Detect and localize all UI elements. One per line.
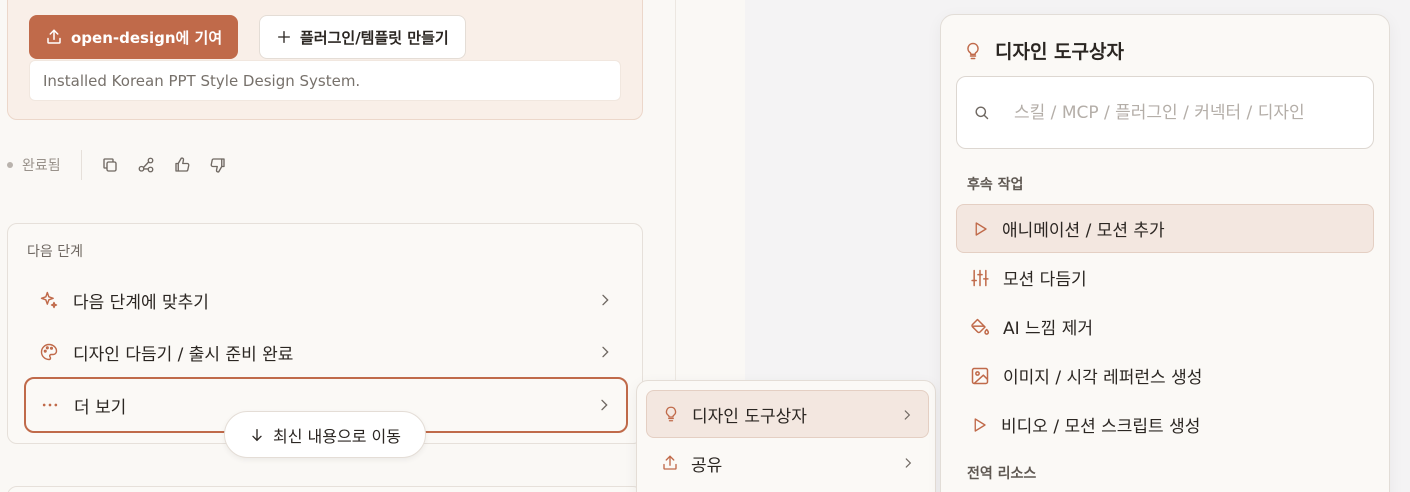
section-followup: 후속 작업 — [967, 177, 1024, 193]
plus-icon — [278, 31, 290, 43]
toolbox-item-remove-ai-label: AI 느낌 제거 — [1003, 319, 1094, 339]
contribute-button[interactable]: open-design에 기여 — [29, 15, 239, 59]
sliders-icon — [971, 269, 989, 286]
toolbox-item-video-script-label: 비디오 / 모션 스크립트 생성 — [1001, 417, 1201, 437]
panel-header: 디자인 도구상자 — [963, 37, 1124, 64]
status-dot-icon — [7, 162, 13, 168]
divider — [80, 150, 82, 180]
chevron-right-icon — [905, 458, 912, 468]
next-step-refine-label: 디자인 다듬기 / 출시 준비 완료 — [73, 344, 294, 365]
toolbox-item-animation-label: 애니메이션 / 모션 추가 — [1002, 221, 1165, 241]
message-actions-row: 완료됨 — [7, 149, 236, 181]
search-icon — [975, 106, 989, 120]
next-steps-title: 다음 단계 — [27, 244, 83, 260]
contribute-button-label: open-design에 기여 — [71, 28, 223, 47]
chevron-right-icon — [602, 294, 609, 306]
chevron-right-icon — [601, 399, 608, 411]
play-icon — [974, 417, 986, 432]
next-message-card — [7, 486, 643, 492]
share-nodes-icon[interactable] — [128, 149, 164, 181]
submenu-share[interactable]: 공유 — [646, 439, 929, 487]
jump-to-latest-button[interactable]: 최신 내용으로 이동 — [224, 411, 426, 458]
paint-bucket-icon — [971, 318, 990, 335]
installed-message: Installed Korean PPT Style Design System… — [29, 60, 621, 101]
toolbox-item-motion-refine-label: 모션 다듬기 — [1003, 270, 1087, 290]
share-icon — [663, 455, 677, 470]
installed-message-text: Installed Korean PPT Style Design System… — [43, 71, 361, 90]
chevron-right-icon — [904, 410, 911, 420]
submenu-design-toolbox-label: 디자인 도구상자 — [692, 406, 807, 427]
image-icon — [971, 367, 989, 384]
toolbox-search-input[interactable] — [1014, 102, 1344, 123]
thumbs-down-icon[interactable] — [200, 149, 236, 181]
lightbulb-icon — [967, 42, 979, 59]
section-global: 전역 리소스 — [967, 466, 1037, 482]
next-step-refine[interactable]: 디자인 다듬기 / 출시 준비 완료 — [25, 327, 627, 377]
arrow-down-icon — [252, 428, 262, 441]
toolbox-item-image-reference[interactable]: 이미지 / 시각 레퍼런스 생성 — [956, 351, 1374, 400]
toolbox-search[interactable] — [956, 76, 1374, 149]
toolbox-item-motion-refine[interactable]: 모션 다듬기 — [956, 253, 1374, 302]
toolbox-item-remove-ai[interactable]: AI 느낌 제거 — [956, 302, 1374, 351]
submenu-design-toolbox[interactable]: 디자인 도구상자 — [646, 390, 929, 438]
lightbulb-icon — [665, 406, 677, 422]
more-dots-icon — [40, 395, 66, 415]
chevron-right-icon — [602, 346, 609, 358]
next-step-align-label: 다음 단계에 맞추기 — [73, 292, 209, 313]
thumbs-up-icon[interactable] — [164, 149, 200, 181]
more-submenu: 디자인 도구상자 공유 — [636, 380, 936, 492]
submenu-share-label: 공유 — [691, 455, 723, 476]
jump-to-latest-label: 최신 내용으로 이동 — [273, 426, 401, 446]
copy-icon[interactable] — [92, 149, 128, 181]
sparkle-icon — [39, 290, 65, 310]
toolbox-item-image-reference-label: 이미지 / 시각 레퍼런스 생성 — [1003, 368, 1203, 388]
toolbox-item-animation[interactable]: 애니메이션 / 모션 추가 — [956, 204, 1374, 253]
status-label: 완료됨 — [22, 158, 61, 174]
play-icon — [975, 221, 987, 236]
palette-icon — [39, 342, 65, 362]
create-plugin-button[interactable]: 플러그인/템플릿 만들기 — [259, 15, 466, 59]
next-step-more-label: 더 보기 — [74, 397, 127, 418]
upload-icon — [47, 29, 61, 44]
toolbox-item-video-script[interactable]: 비디오 / 모션 스크립트 생성 — [956, 400, 1374, 449]
next-step-align[interactable]: 다음 단계에 맞추기 — [25, 275, 627, 325]
panel-title: 디자인 도구상자 — [995, 41, 1124, 63]
design-toolbox-panel: 디자인 도구상자 후속 작업 애니메이션 / 모션 추가 모션 다듬기 AI 느… — [940, 14, 1390, 492]
create-plugin-button-label: 플러그인/템플릿 만들기 — [300, 28, 449, 47]
